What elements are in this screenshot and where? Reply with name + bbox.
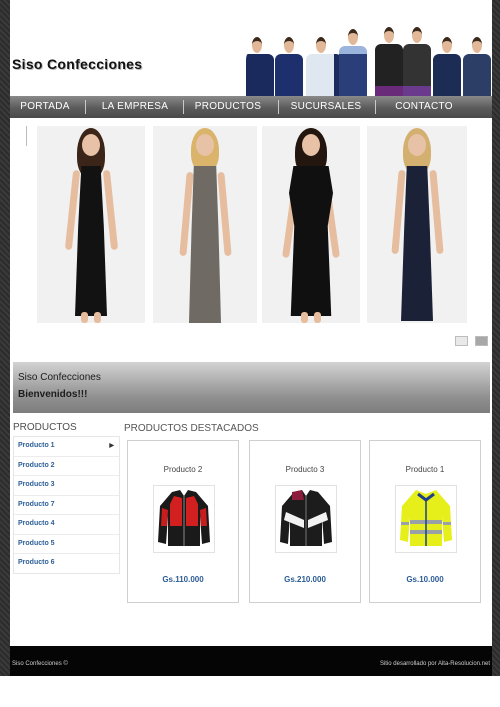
nav-separator xyxy=(278,100,279,114)
product-price: Gs.210.000 xyxy=(284,575,326,584)
sidebar-item-producto-7[interactable]: Producto 7 xyxy=(14,496,119,515)
slide-edge xyxy=(26,126,27,146)
red-black-jacket-icon[interactable] xyxy=(153,485,215,553)
nav-la-empresa[interactable]: LA EMPRESA xyxy=(90,96,180,118)
product-name: Producto 1 xyxy=(405,465,445,474)
product-name: Producto 3 xyxy=(285,465,325,474)
product-name: Producto 2 xyxy=(163,465,203,474)
page-background-left xyxy=(0,0,10,676)
uniform-team-banner xyxy=(238,27,492,96)
welcome-message: Bienvenidos!!! xyxy=(18,389,88,400)
dress-slideshow[interactable] xyxy=(10,118,492,328)
sidebar-item-producto-2[interactable]: Producto 2 xyxy=(14,457,119,476)
caret-right-icon: ▶ xyxy=(109,443,114,449)
main-navigation: PORTADA LA EMPRESA PRODUCTOS SUCURSALES … xyxy=(10,96,492,118)
nav-productos[interactable]: PRODUCTOS xyxy=(186,96,270,118)
product-card-producto-2[interactable]: Producto 2 Gs.110.000 xyxy=(127,440,239,603)
sidebar-item-producto-4[interactable]: Producto 4 xyxy=(14,515,119,535)
welcome-banner: Siso Confecciones Bienvenidos!!! xyxy=(13,362,490,413)
nav-separator xyxy=(375,100,376,114)
site-logo[interactable]: Siso Confecciones xyxy=(12,56,142,72)
nav-separator xyxy=(183,100,184,114)
footer-copyright: Siso Confecciones © xyxy=(12,661,68,667)
page-background-right xyxy=(492,0,500,676)
site-header: Siso Confecciones xyxy=(10,0,492,96)
slide-pager-1[interactable] xyxy=(455,336,468,346)
sidebar-item-producto-1[interactable]: Producto 1 ▶ xyxy=(14,437,119,457)
featured-products-title: PRODUCTOS DESTACADOS xyxy=(124,423,259,434)
product-card-producto-1[interactable]: Producto 1 Gs.10.000 xyxy=(369,440,481,603)
sidebar-title: PRODUCTOS xyxy=(13,422,77,433)
slide-photo-black-sleeve-dress xyxy=(262,126,360,323)
nav-contacto[interactable]: CONTACTO xyxy=(380,96,468,118)
sidebar-item-producto-3[interactable]: Producto 3 xyxy=(14,476,119,496)
hi-vis-yellow-jacket-icon[interactable] xyxy=(395,485,457,553)
slide-photo-black-dress xyxy=(37,126,145,323)
slide-photo-navy-dress xyxy=(367,126,467,323)
slide-pager-2[interactable] xyxy=(475,336,488,346)
page-container: Siso Confecciones PORTADA LA EMPRESA PRO… xyxy=(10,0,492,676)
product-price: Gs.110.000 xyxy=(162,575,204,584)
site-footer: Siso Confecciones © Sitio desarrollado p… xyxy=(10,646,492,676)
sidebar-item-producto-6[interactable]: Producto 6 xyxy=(14,554,119,573)
sidebar-product-list: Producto 1 ▶ Producto 2 Producto 3 Produc… xyxy=(13,436,120,574)
slide-photo-grey-dress xyxy=(153,126,257,323)
welcome-title: Siso Confecciones xyxy=(18,372,101,383)
black-white-jacket-icon[interactable] xyxy=(275,485,337,553)
nav-separator xyxy=(85,100,86,114)
product-price: Gs.10.000 xyxy=(406,575,444,584)
product-card-producto-3[interactable]: Producto 3 Gs.210.000 xyxy=(249,440,361,603)
sidebar-item-producto-5[interactable]: Producto 5 xyxy=(14,535,119,554)
nav-sucursales[interactable]: SUCURSALES xyxy=(282,96,370,118)
nav-portada[interactable]: PORTADA xyxy=(10,96,80,118)
footer-credits-link[interactable]: Sitio desarrollado por Alta-Resolucion.n… xyxy=(380,661,490,667)
